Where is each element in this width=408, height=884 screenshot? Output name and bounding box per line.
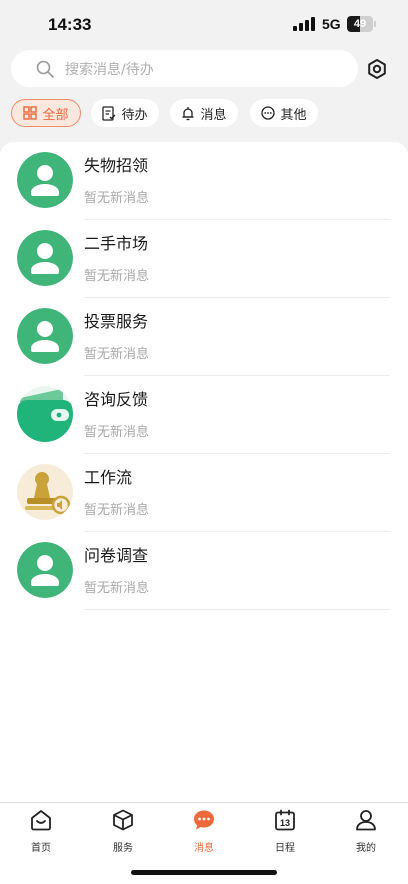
battery-tip xyxy=(374,21,376,27)
list-item[interactable]: 失物招领 暂无新消息 xyxy=(0,142,408,220)
list-item[interactable]: 工作流 暂无新消息 xyxy=(0,454,408,532)
filter-chip-other[interactable]: 其他 xyxy=(250,99,318,127)
filter-chip-todo[interactable]: 待办 xyxy=(91,99,159,127)
home-icon xyxy=(31,810,51,831)
tab-label: 日程 xyxy=(275,843,295,854)
tab-label: 服务 xyxy=(113,843,133,854)
stamp-icon xyxy=(17,464,73,520)
search-input[interactable] xyxy=(63,50,347,89)
filter-chip-label: 消息 xyxy=(200,107,227,123)
gear-icon[interactable] xyxy=(363,55,391,83)
network-type: 5G xyxy=(322,16,341,32)
list-item-title: 投票服务 xyxy=(84,312,149,331)
list-item-subtitle: 暂无新消息 xyxy=(84,503,150,518)
list-item[interactable]: 投票服务 暂无新消息 xyxy=(0,298,408,376)
search-bar[interactable] xyxy=(11,50,358,89)
search-icon xyxy=(36,60,54,78)
calendar-date: 13 xyxy=(280,818,290,828)
tab-schedule[interactable]: 13 日程 xyxy=(255,809,315,855)
profile-icon xyxy=(356,810,376,831)
tab-label: 消息 xyxy=(194,843,214,854)
list-item[interactable]: 二手市场 暂无新消息 xyxy=(0,220,408,298)
chat-bubble-icon xyxy=(194,810,214,830)
list-item-subtitle: 暂无新消息 xyxy=(84,425,150,440)
filter-chip-label: 全部 xyxy=(42,107,69,123)
filter-chip-label: 其他 xyxy=(280,107,307,123)
list-item-subtitle: 暂无新消息 xyxy=(84,191,150,206)
list-item-title: 工作流 xyxy=(84,468,133,487)
filter-chip-messages[interactable]: 消息 xyxy=(170,99,238,127)
more-circle-icon xyxy=(261,106,276,120)
checklist-icon xyxy=(102,105,116,121)
tab-messages[interactable]: 消息 xyxy=(174,809,234,855)
bell-icon xyxy=(182,106,194,120)
tab-home[interactable]: 首页 xyxy=(11,809,71,855)
status-time: 14:33 xyxy=(48,15,92,34)
list-item-subtitle: 暂无新消息 xyxy=(84,347,150,362)
battery-level: 49 xyxy=(353,18,367,30)
tab-profile[interactable]: 我的 xyxy=(336,809,396,855)
wallet-icon xyxy=(17,386,73,442)
home-indicator[interactable] xyxy=(131,870,277,875)
user-avatar-icon xyxy=(17,308,73,364)
list-item-subtitle: 暂无新消息 xyxy=(84,581,150,596)
user-avatar-icon xyxy=(17,230,73,286)
list-item-title: 咨询反馈 xyxy=(84,390,149,409)
tab-label: 我的 xyxy=(356,843,376,854)
cube-icon xyxy=(113,809,133,831)
filter-chip-all[interactable]: 全部 xyxy=(11,99,81,127)
list-item-title: 问卷调查 xyxy=(84,546,149,565)
status-bar: 14:33 5G 49 xyxy=(0,0,408,48)
divider xyxy=(84,609,390,610)
list-item-title: 失物招领 xyxy=(84,156,149,175)
user-avatar-icon xyxy=(17,152,73,208)
calendar-icon: 13 xyxy=(275,809,295,831)
tab-label: 首页 xyxy=(31,843,51,854)
list-item-title: 二手市场 xyxy=(84,234,149,253)
message-list: 失物招领 暂无新消息 二手市场 暂无新消息 投票服务 暂无新消息 咨询反馈 暂无… xyxy=(0,142,408,802)
list-item-subtitle: 暂无新消息 xyxy=(84,269,150,284)
list-item[interactable]: 咨询反馈 暂无新消息 xyxy=(0,376,408,454)
tab-services[interactable]: 服务 xyxy=(93,809,153,855)
signal-icon xyxy=(293,17,315,31)
grid-icon xyxy=(23,106,38,120)
filter-chip-label: 待办 xyxy=(121,107,148,123)
user-avatar-icon xyxy=(17,542,73,598)
battery-icon: 49 xyxy=(347,16,373,32)
list-item[interactable]: 问卷调查 暂无新消息 xyxy=(0,532,408,610)
